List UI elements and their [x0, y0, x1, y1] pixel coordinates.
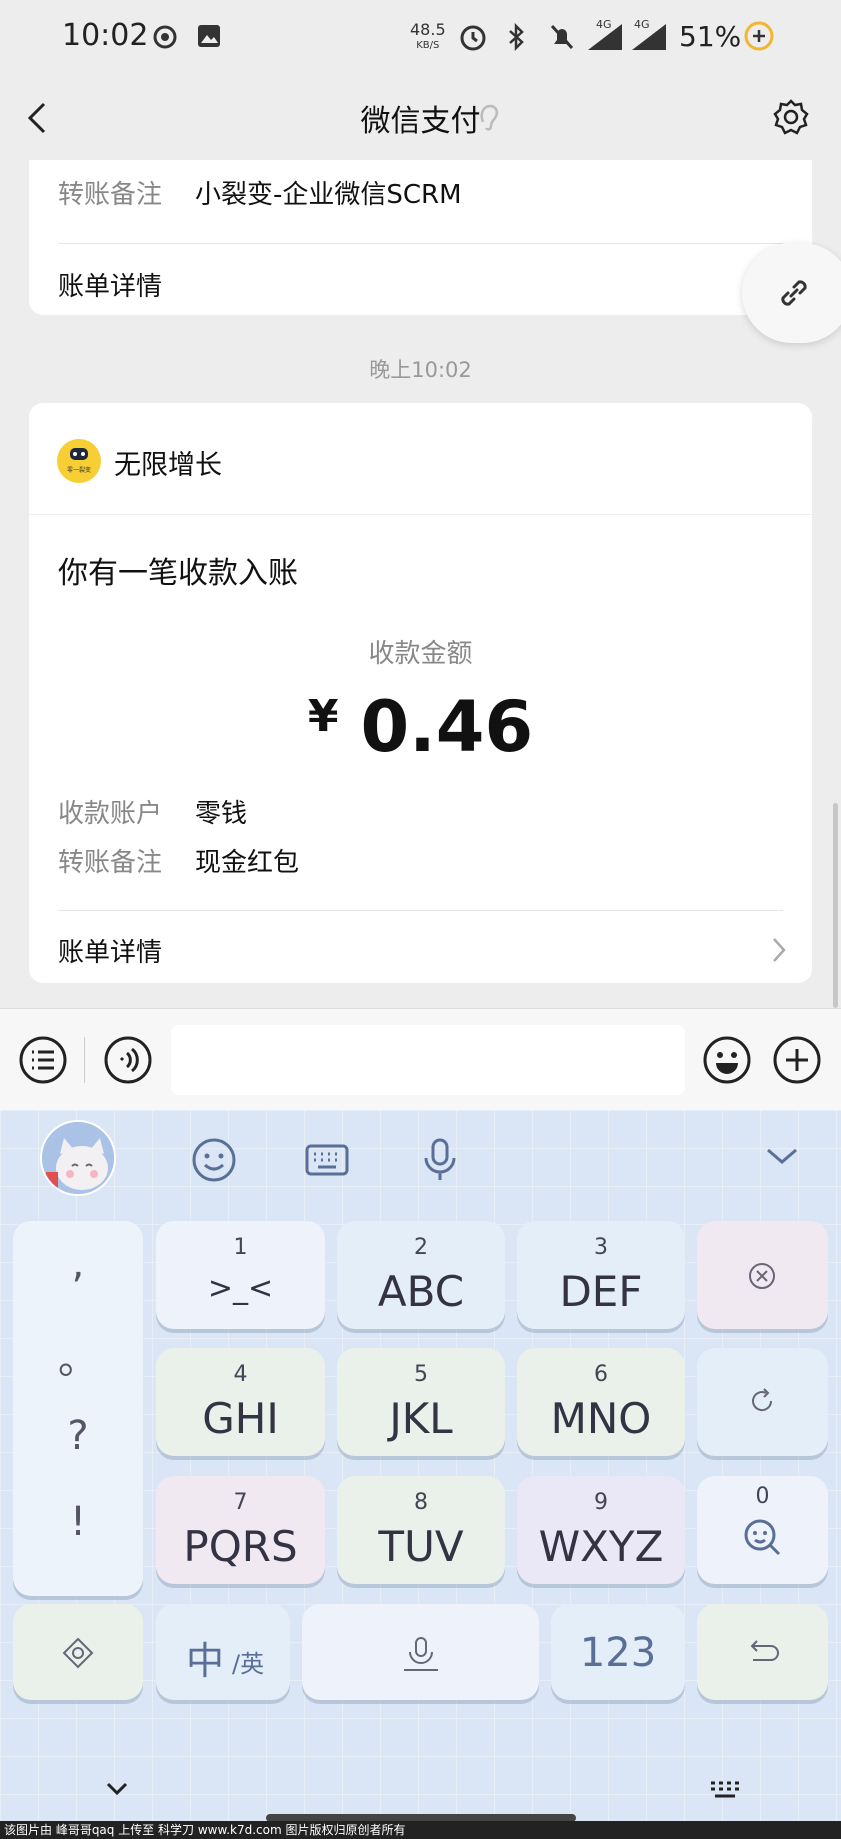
- status-bar: 10:02 48.5 KB/S 4G 4G 51%: [0, 0, 841, 74]
- refresh-icon: [752, 1388, 773, 1412]
- gallery-icon: [198, 25, 220, 47]
- signal-label: 4G: [634, 18, 650, 31]
- card-heading: 你有一笔收款入账: [58, 556, 298, 591]
- battery-percent: 51%: [679, 20, 742, 53]
- bill-detail-link[interactable]: 账单详情: [58, 932, 162, 969]
- remark-value: 小裂变-企业微信SCRM: [195, 180, 462, 210]
- cat-avatar-icon: [42, 1122, 114, 1194]
- robot-logo: 零一裂变: [67, 448, 91, 474]
- emoji-icon[interactable]: [702, 1035, 752, 1085]
- punct-key[interactable]: ,: [13, 1241, 143, 1287]
- divider: [58, 243, 783, 244]
- key-7[interactable]: 7 PQRS: [156, 1476, 325, 1584]
- net-speed: 48.5 KB/S: [410, 20, 446, 52]
- key-3[interactable]: 3 DEF: [517, 1221, 685, 1329]
- space-key[interactable]: [302, 1604, 539, 1700]
- refresh-key[interactable]: [697, 1348, 828, 1456]
- signal-label: 4G: [596, 18, 612, 31]
- delete-icon: [749, 1263, 775, 1289]
- account-label: 收款账户: [58, 799, 163, 829]
- currency-symbol: ¥: [307, 691, 339, 742]
- microphone-icon[interactable]: [418, 1136, 462, 1184]
- key-4[interactable]: 4 GHI: [156, 1348, 325, 1456]
- voice-icon[interactable]: [103, 1035, 153, 1085]
- card-header: 零一裂变 无限增长: [29, 403, 812, 515]
- separator: [84, 1037, 85, 1083]
- settings-icon[interactable]: [772, 98, 810, 136]
- delete-key[interactable]: [697, 1221, 828, 1329]
- amount-value: 0.46: [360, 686, 534, 768]
- symbol-key[interactable]: [13, 1604, 143, 1700]
- watermark-footer: 该图片由 峰哥哥qaq 上传至 科学刀 www.k7d.com 图片版权归原创者…: [0, 1821, 841, 1839]
- message-input[interactable]: [171, 1025, 685, 1095]
- bill-detail-link[interactable]: 账单详情: [58, 266, 162, 303]
- number-key[interactable]: 123: [551, 1604, 685, 1700]
- remark-label: 转账备注: [58, 848, 163, 878]
- merchant-name: 无限增长: [114, 450, 222, 481]
- symbol-icon: [62, 1637, 94, 1669]
- remark-label: 转账备注: [58, 180, 163, 210]
- amount-label: 收款金额: [368, 639, 473, 669]
- remark-value: 现金红包: [195, 848, 300, 878]
- punct-key[interactable]: ?: [13, 1413, 143, 1459]
- link-floating-button[interactable]: [742, 243, 841, 343]
- chevron-right-icon[interactable]: [770, 935, 788, 965]
- hide-keyboard-icon[interactable]: [105, 1780, 129, 1798]
- amount-display: ¥0.46: [29, 686, 812, 768]
- keyboard-toolbar: [0, 1110, 841, 1210]
- key-8[interactable]: 8 TUV: [337, 1476, 505, 1584]
- add-icon[interactable]: [772, 1035, 822, 1085]
- battery-icon: [744, 21, 774, 51]
- divider: [58, 910, 783, 911]
- key-2[interactable]: 2 ABC: [337, 1221, 505, 1329]
- key-6[interactable]: 6 MNO: [517, 1348, 685, 1456]
- chat-input-bar: [0, 1008, 841, 1110]
- keyboard-switch-icon[interactable]: [708, 1780, 742, 1800]
- alarm-icon: [460, 25, 486, 51]
- punctuation-column[interactable]: , 。 ? !: [13, 1221, 143, 1596]
- keyboard-skin-avatar[interactable]: [40, 1120, 116, 1196]
- scrollbar[interactable]: [833, 803, 838, 1008]
- collapse-keyboard-icon[interactable]: [764, 1144, 800, 1168]
- punct-key[interactable]: 。: [13, 1327, 143, 1385]
- ear-icon[interactable]: [477, 102, 501, 134]
- key-5[interactable]: 5 JKL: [337, 1348, 505, 1456]
- emoji-icon[interactable]: [190, 1136, 238, 1184]
- search-emoji-icon: [744, 1519, 781, 1556]
- key-9[interactable]: 9 WXYZ: [517, 1476, 685, 1584]
- merchant-avatar: 零一裂变: [57, 439, 101, 483]
- nav-bar: 微信支付: [0, 74, 841, 160]
- enter-icon: [750, 1640, 779, 1661]
- previous-payment-card: 转账备注 小裂变-企业微信SCRM 账单详情: [29, 160, 812, 315]
- payment-received-card[interactable]: 零一裂变 无限增长 你有一笔收款入账 收款金额 ¥0.46 收款账户 零钱 转账…: [29, 403, 812, 983]
- microphone-icon: [404, 1637, 438, 1671]
- keyboard-icon[interactable]: [303, 1136, 351, 1184]
- page-title: 微信支付: [360, 104, 481, 139]
- mute-icon: [550, 24, 574, 50]
- status-time: 10:02: [62, 18, 149, 53]
- account-value: 零钱: [195, 799, 248, 829]
- sync-icon: [153, 25, 177, 49]
- enter-key[interactable]: [697, 1604, 828, 1700]
- message-timestamp: 晚上10:02: [369, 358, 472, 382]
- bluetooth-icon: [509, 22, 524, 52]
- punct-key[interactable]: !: [13, 1499, 143, 1545]
- keyboard: , 。 ? ! 1 >_< 2 ABC 3 DEF 4 GHI 5 JKL 6 MNO 7P…: [0, 1110, 841, 1839]
- svg-text:零一裂变: 零一裂变: [67, 466, 91, 474]
- language-switch-key[interactable]: 中 /英: [156, 1604, 290, 1700]
- key-1[interactable]: 1 >_<: [156, 1221, 325, 1329]
- menu-list-icon[interactable]: [18, 1035, 68, 1085]
- link-icon: [781, 280, 807, 306]
- search-key[interactable]: 0: [697, 1476, 828, 1584]
